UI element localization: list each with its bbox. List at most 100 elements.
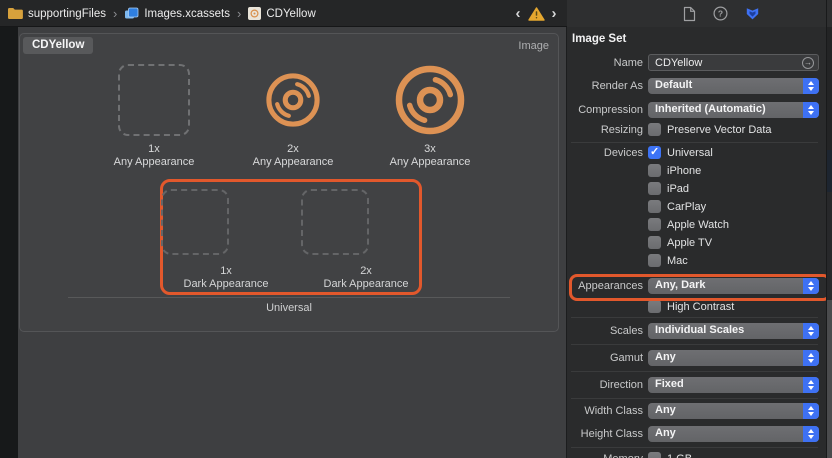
dropdown-chevrons-icon — [803, 426, 819, 442]
empty-well-placeholder — [301, 189, 369, 255]
screen-edge-sliver — [826, 0, 832, 458]
appearances-label: Appearances — [567, 280, 643, 292]
high-contrast-checkbox[interactable] — [648, 300, 661, 313]
forward-button[interactable]: › — [552, 6, 557, 21]
image-set-canvas: CDYellow Image 1x Any Appearance — [19, 33, 559, 332]
image-well-2x-dark[interactable] — [301, 189, 431, 259]
inspector-section-title: Image Set — [572, 33, 626, 45]
scales-label: Scales — [567, 325, 643, 337]
back-button[interactable]: ‹ — [516, 6, 521, 21]
file-inspector-icon[interactable] — [683, 6, 696, 22]
dropdown-chevrons-icon — [803, 350, 819, 366]
device-apple-tv-checkbox[interactable] — [648, 236, 661, 249]
jump-bar: supportingFiles › Images.xcassets › CDYe… — [0, 0, 832, 27]
scales-select[interactable]: Individual Scales — [648, 323, 819, 339]
slot-3x-any: 3x Any Appearance — [360, 63, 500, 169]
direction-label: Direction — [567, 379, 643, 391]
help-inspector-icon[interactable]: ? — [713, 6, 728, 21]
dropdown-chevrons-icon — [803, 78, 819, 94]
slot-label: 1x Dark Appearance — [184, 265, 269, 291]
compression-select[interactable]: Inherited (Automatic) — [648, 102, 819, 118]
asset-catalog-icon — [124, 7, 139, 20]
slot-2x-dark: 2x Dark Appearance — [301, 189, 431, 291]
width-class-label: Width Class — [567, 405, 643, 417]
inspector-divider — [571, 317, 818, 318]
memory-label: Memory — [567, 453, 643, 458]
device-ipad-checkbox[interactable] — [648, 182, 661, 195]
compression-label: Compression — [567, 104, 643, 116]
xcode-asset-editor: supportingFiles › Images.xcassets › CDYe… — [0, 0, 832, 458]
svg-text:?: ? — [718, 9, 723, 19]
render-as-select[interactable]: Default — [648, 78, 819, 94]
navigator-edge — [0, 27, 18, 458]
inspector-divider — [571, 344, 818, 345]
breadcrumb-item-supportingfiles[interactable]: supportingFiles — [7, 7, 106, 20]
empty-well-placeholder — [118, 64, 190, 136]
section-divider — [68, 297, 510, 298]
device-carplay-checkbox[interactable] — [648, 200, 661, 213]
attributes-inspector-panel: Image Set Name → Render As Default Compr… — [566, 27, 826, 458]
gamut-label: Gamut — [567, 352, 643, 364]
image-well-2x-any[interactable] — [223, 63, 363, 136]
warning-icon[interactable] — [528, 7, 545, 21]
history-nav: ‹ › — [505, 0, 567, 27]
name-label: Name — [567, 57, 643, 69]
asset-type-label: Image — [518, 40, 549, 52]
dropdown-chevrons-icon — [803, 323, 819, 339]
dropdown-chevrons-icon — [803, 278, 819, 294]
checkbox-label: Preserve Vector Data — [667, 124, 772, 136]
image-well-1x-any[interactable] — [84, 63, 224, 136]
folder-icon — [7, 7, 23, 20]
slot-label: 2x Dark Appearance — [324, 265, 409, 291]
dropdown-chevrons-icon — [803, 377, 819, 393]
dark-appearance-annotation: 1x Dark Appearance 2x Dark Appearance — [160, 179, 422, 295]
resizing-label: Resizing — [567, 124, 643, 136]
cd-disc-image — [265, 72, 321, 128]
width-class-select[interactable]: Any — [648, 403, 819, 419]
inspector-divider — [571, 142, 818, 143]
inspector-divider — [571, 447, 818, 448]
device-universal-checkbox[interactable] — [648, 146, 661, 159]
slot-label: 3x Any Appearance — [390, 143, 471, 169]
devices-label: Devices — [567, 147, 643, 159]
checkbox-label: 1 GB — [667, 453, 692, 458]
inspector-divider — [571, 371, 818, 372]
image-set-title: CDYellow — [23, 37, 93, 54]
inspector-divider — [571, 398, 818, 399]
slot-1x-any: 1x Any Appearance — [84, 63, 224, 169]
empty-well-placeholder — [161, 189, 229, 255]
slot-label: 2x Any Appearance — [253, 143, 334, 169]
appearances-select[interactable]: Any, Dark — [648, 278, 819, 294]
breadcrumb-item-xcassets[interactable]: Images.xcassets — [124, 7, 230, 20]
checkbox-label: High Contrast — [667, 301, 734, 313]
device-mac-checkbox[interactable] — [648, 254, 661, 267]
breadcrumb-separator: › — [236, 6, 242, 21]
image-well-3x-any[interactable] — [360, 63, 500, 136]
jump-arrow-icon[interactable]: → — [802, 57, 814, 69]
cd-disc-image — [394, 64, 466, 136]
attributes-inspector-icon[interactable] — [745, 6, 760, 21]
dropdown-chevrons-icon — [803, 102, 819, 118]
inspector-toolbar: ? — [567, 0, 826, 27]
render-as-label: Render As — [567, 80, 643, 92]
gamut-select[interactable]: Any — [648, 350, 819, 366]
slot-2x-any: 2x Any Appearance — [223, 63, 363, 169]
direction-select[interactable]: Fixed — [648, 377, 819, 393]
dropdown-chevrons-icon — [803, 403, 819, 419]
breadcrumb: supportingFiles › Images.xcassets › CDYe… — [7, 0, 316, 27]
slot-label: 1x Any Appearance — [114, 143, 195, 169]
device-iphone-checkbox[interactable] — [648, 164, 661, 177]
preserve-vector-data-checkbox[interactable] — [648, 123, 661, 136]
device-apple-watch-checkbox[interactable] — [648, 218, 661, 231]
breadcrumb-separator: › — [112, 6, 118, 21]
height-class-select[interactable]: Any — [648, 426, 819, 442]
image-well-1x-dark[interactable] — [161, 189, 291, 259]
slot-1x-dark: 1x Dark Appearance — [161, 189, 291, 291]
name-input[interactable] — [648, 54, 819, 71]
height-class-label: Height Class — [567, 428, 643, 440]
editor-area: CDYellow Image 1x Any Appearance — [18, 27, 566, 458]
idiom-label: Universal — [20, 302, 558, 314]
breadcrumb-item-cdyellow[interactable]: CDYellow — [248, 7, 315, 20]
image-thumbnail-icon — [248, 7, 261, 20]
memory-1gb-checkbox[interactable] — [648, 452, 661, 458]
